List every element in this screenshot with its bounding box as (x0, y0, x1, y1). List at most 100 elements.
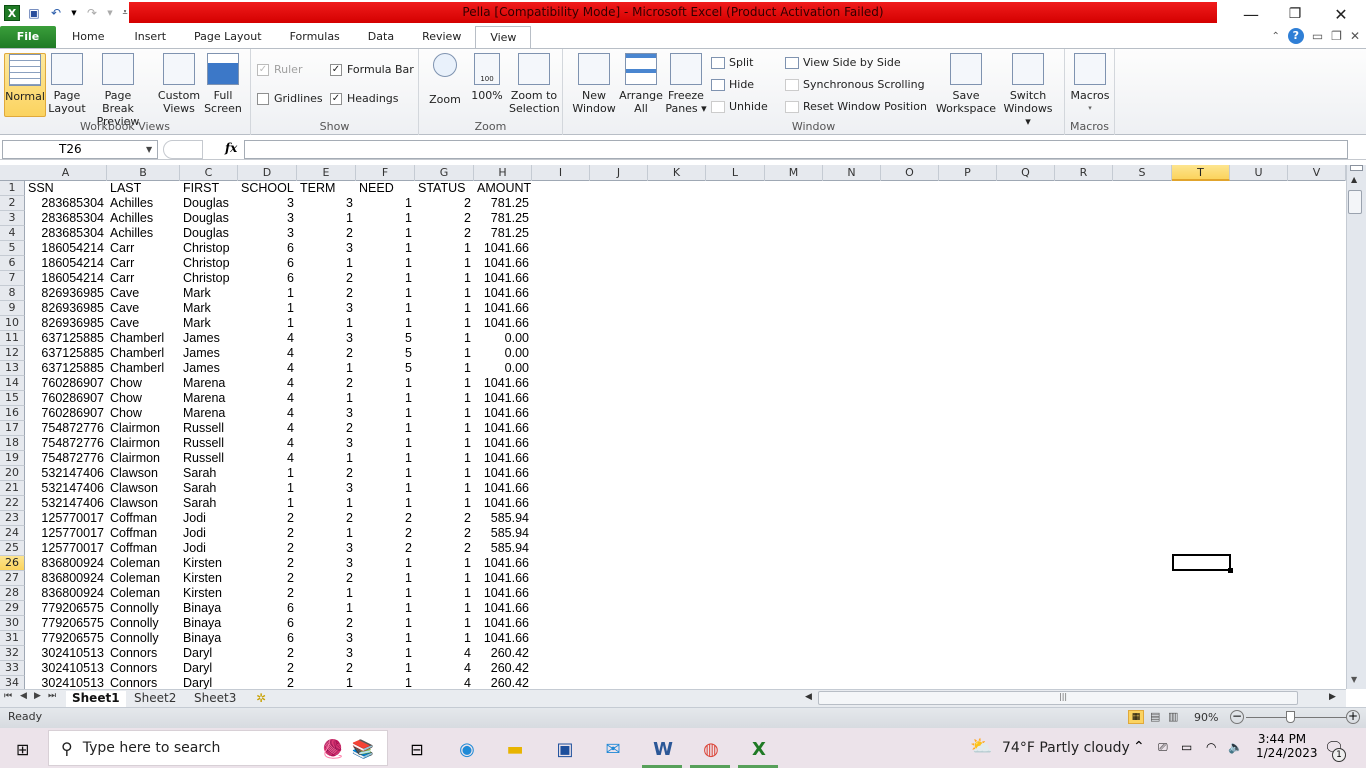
row-header-13[interactable]: 13 (0, 361, 25, 376)
cell-D2[interactable]: 3 (238, 196, 297, 211)
cell-B33[interactable]: Connors (107, 661, 180, 676)
row-header-7[interactable]: 7 (0, 271, 25, 286)
cell-B24[interactable]: Coffman (107, 526, 180, 541)
cell-E22[interactable]: 1 (297, 496, 356, 511)
cell-F6[interactable]: 1 (356, 256, 415, 271)
undo-dropdown-icon[interactable]: ▼ (70, 5, 78, 21)
books-icon[interactable]: 📚 (348, 734, 378, 764)
cell-H17[interactable]: 1041.66 (474, 421, 532, 436)
page-break-preview-button[interactable]: Page Break Preview (88, 53, 148, 128)
row-header-28[interactable]: 28 (0, 586, 25, 601)
restore-button[interactable]: ❐ (1272, 0, 1318, 28)
cell-D22[interactable]: 1 (238, 496, 297, 511)
cell-A3[interactable]: 283685304 (25, 211, 107, 226)
column-header-V[interactable]: V (1288, 165, 1346, 181)
clock[interactable]: 3:44 PM 1/24/2023 (1256, 732, 1318, 760)
column-header-D[interactable]: D (238, 165, 297, 181)
cell-C19[interactable]: Russell (180, 451, 238, 466)
next-sheet-icon[interactable]: ▶ (34, 691, 41, 701)
zoom-out-icon[interactable]: − (1230, 710, 1244, 724)
cell-G7[interactable]: 1 (415, 271, 474, 286)
row-header-29[interactable]: 29 (0, 601, 25, 616)
row-header-16[interactable]: 16 (0, 406, 25, 421)
cell-B32[interactable]: Connors (107, 646, 180, 661)
cell-B3[interactable]: Achilles (107, 211, 180, 226)
row-header-18[interactable]: 18 (0, 436, 25, 451)
zoom-button[interactable]: Zoom (425, 53, 465, 106)
cell-G3[interactable]: 2 (415, 211, 474, 226)
cell-H18[interactable]: 1041.66 (474, 436, 532, 451)
cell-B16[interactable]: Chow (107, 406, 180, 421)
cell-B10[interactable]: Cave (107, 316, 180, 331)
zoom-slider-thumb[interactable] (1286, 711, 1295, 723)
sheet-tab-sheet2[interactable]: Sheet2 (128, 691, 182, 707)
column-header-T[interactable]: T (1172, 165, 1230, 181)
cell-A4[interactable]: 283685304 (25, 226, 107, 241)
cell-G25[interactable]: 2 (415, 541, 474, 556)
cell-C23[interactable]: Jodi (180, 511, 238, 526)
cell-F17[interactable]: 1 (356, 421, 415, 436)
cell-H29[interactable]: 1041.66 (474, 601, 532, 616)
cell-H22[interactable]: 1041.66 (474, 496, 532, 511)
cell-B25[interactable]: Coffman (107, 541, 180, 556)
cell-B8[interactable]: Cave (107, 286, 180, 301)
cell-A31[interactable]: 779206575 (25, 631, 107, 646)
cell-F2[interactable]: 1 (356, 196, 415, 211)
column-header-S[interactable]: S (1113, 165, 1172, 181)
cell-E28[interactable]: 1 (297, 586, 356, 601)
cell-E5[interactable]: 3 (297, 241, 356, 256)
cell-E7[interactable]: 2 (297, 271, 356, 286)
cell-F23[interactable]: 2 (356, 511, 415, 526)
cell-F31[interactable]: 1 (356, 631, 415, 646)
cell-G34[interactable]: 4 (415, 676, 474, 689)
cell-C29[interactable]: Binaya (180, 601, 238, 616)
windows-start-icon[interactable]: ⊞ (16, 740, 29, 759)
cell-G15[interactable]: 1 (415, 391, 474, 406)
cell-H11[interactable]: 0.00 (474, 331, 532, 346)
cell-F16[interactable]: 1 (356, 406, 415, 421)
cell-E11[interactable]: 3 (297, 331, 356, 346)
cell-B15[interactable]: Chow (107, 391, 180, 406)
cell-H27[interactable]: 1041.66 (474, 571, 532, 586)
cell-E8[interactable]: 2 (297, 286, 356, 301)
row-header-11[interactable]: 11 (0, 331, 25, 346)
cell-E20[interactable]: 2 (297, 466, 356, 481)
cell-G33[interactable]: 4 (415, 661, 474, 676)
cell-H33[interactable]: 260.42 (474, 661, 532, 676)
cell-F32[interactable]: 1 (356, 646, 415, 661)
cell-E9[interactable]: 3 (297, 301, 356, 316)
cell-F26[interactable]: 1 (356, 556, 415, 571)
cell-H13[interactable]: 0.00 (474, 361, 532, 376)
row-header-21[interactable]: 21 (0, 481, 25, 496)
cell-C31[interactable]: Binaya (180, 631, 238, 646)
row-header-19[interactable]: 19 (0, 451, 25, 466)
column-header-C[interactable]: C (180, 165, 238, 181)
cell-H8[interactable]: 1041.66 (474, 286, 532, 301)
cell-E10[interactable]: 1 (297, 316, 356, 331)
tab-view[interactable]: View (475, 26, 532, 48)
cell-B34[interactable]: Connors (107, 676, 180, 689)
cell-G22[interactable]: 1 (415, 496, 474, 511)
zoom-slider-track[interactable] (1246, 717, 1346, 718)
cell-A12[interactable]: 637125885 (25, 346, 107, 361)
cell-C30[interactable]: Binaya (180, 616, 238, 631)
help-icon[interactable]: ? (1287, 28, 1304, 44)
cell-G9[interactable]: 1 (415, 301, 474, 316)
column-header-F[interactable]: F (356, 165, 415, 181)
cell-F30[interactable]: 1 (356, 616, 415, 631)
cell-D29[interactable]: 6 (238, 601, 297, 616)
cell-C28[interactable]: Kirsten (180, 586, 238, 601)
microsoft-store-icon[interactable]: ▣ (550, 734, 580, 764)
excel-taskbar-icon[interactable]: X (744, 734, 774, 764)
row-header-12[interactable]: 12 (0, 346, 25, 361)
page-layout-view-button[interactable]: Page Layout (48, 53, 86, 115)
cell-G19[interactable]: 1 (415, 451, 474, 466)
sheet-tab-sheet3[interactable]: Sheet3 (188, 691, 242, 707)
cell-E31[interactable]: 3 (297, 631, 356, 646)
cell-B4[interactable]: Achilles (107, 226, 180, 241)
cell-H25[interactable]: 585.94 (474, 541, 532, 556)
tab-page-layout[interactable]: Page Layout (180, 26, 276, 48)
cell-G21[interactable]: 1 (415, 481, 474, 496)
column-header-I[interactable]: I (532, 165, 590, 181)
first-sheet-icon[interactable]: ⏮ (4, 691, 12, 701)
